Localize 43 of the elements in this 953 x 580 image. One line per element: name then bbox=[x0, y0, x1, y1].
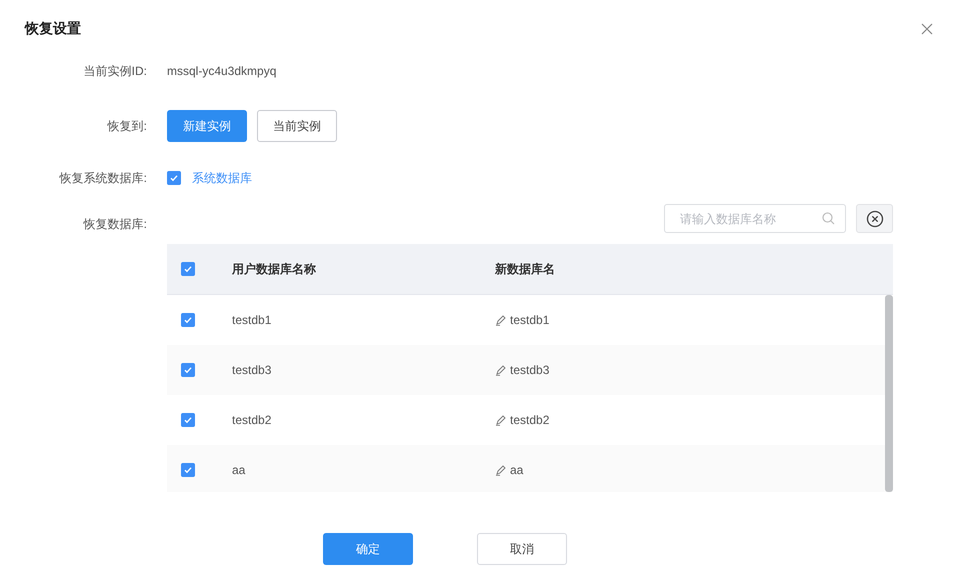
column-header: 新数据库名 bbox=[495, 261, 555, 278]
check-icon bbox=[183, 365, 193, 375]
table-cell-text: testdb1 bbox=[510, 312, 550, 329]
check-icon bbox=[183, 315, 193, 325]
check-icon bbox=[169, 173, 179, 183]
field-label: 恢复数据库: bbox=[84, 217, 147, 231]
checkbox[interactable] bbox=[181, 413, 195, 427]
checkbox[interactable] bbox=[181, 463, 195, 477]
check-icon bbox=[183, 264, 193, 274]
scrollbar[interactable] bbox=[885, 295, 893, 492]
pencil-icon[interactable] bbox=[495, 414, 507, 426]
checkbox[interactable] bbox=[167, 171, 181, 185]
option-button[interactable]: 当前实例 bbox=[257, 110, 337, 142]
clear-icon bbox=[866, 210, 884, 228]
cancel-button[interactable]: 取消 bbox=[477, 533, 567, 565]
confirm-button[interactable]: 确定 bbox=[323, 533, 413, 565]
pencil-icon[interactable] bbox=[495, 364, 507, 376]
pencil-icon[interactable] bbox=[495, 464, 507, 476]
search-field[interactable]: 请输入数据库名称 bbox=[664, 204, 846, 233]
table-cell-text: testdb3 bbox=[510, 362, 550, 379]
table-cell-text: testdb1 bbox=[232, 312, 272, 329]
search-icon[interactable] bbox=[822, 212, 835, 225]
checkbox-label[interactable]: 系统数据库 bbox=[192, 169, 252, 187]
option-button[interactable]: 新建实例 bbox=[167, 110, 247, 142]
check-icon bbox=[183, 415, 193, 425]
table-cell-text: testdb2 bbox=[510, 412, 550, 429]
pencil-icon[interactable] bbox=[495, 314, 507, 326]
check-icon bbox=[183, 465, 193, 475]
instance-id: mssql-yc4u3dkmpyq bbox=[167, 63, 276, 80]
table-cell-text: testdb3 bbox=[232, 362, 272, 379]
table-cell-text: aa bbox=[232, 462, 246, 479]
clear-button[interactable] bbox=[856, 204, 893, 233]
checkbox[interactable] bbox=[181, 363, 195, 377]
checkbox[interactable] bbox=[181, 262, 195, 276]
close-icon[interactable] bbox=[921, 22, 933, 34]
field-label: 恢复到: bbox=[108, 119, 147, 133]
dialog-title: 恢复设置 bbox=[25, 19, 81, 38]
field-label: 当前实例ID: bbox=[84, 64, 147, 78]
checkbox[interactable] bbox=[181, 313, 195, 327]
table-cell-text: testdb2 bbox=[232, 412, 272, 429]
column-header: 用户数据库名称 bbox=[232, 261, 317, 278]
table-cell-text: aa bbox=[510, 462, 524, 479]
field-label: 恢复系统数据库: bbox=[60, 171, 147, 185]
